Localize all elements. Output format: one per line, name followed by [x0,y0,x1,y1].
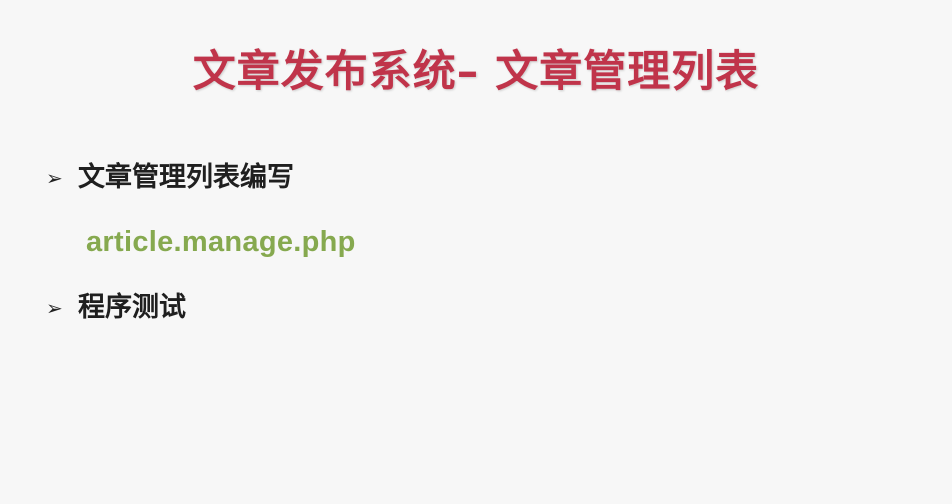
bullet-item-2: ➢ 程序测试 [46,288,186,328]
arrow-bullet-icon: ➢ [46,296,63,320]
filename-subitem: article.manage.php [86,226,356,258]
bullet-item-1-text: 文章管理列表编写 [78,162,294,193]
slide-title: 文章发布系统– 文章管理列表 [192,47,760,97]
slide: 文章发布系统– 文章管理列表 ➢ 文章管理列表编写 article.manage… [0,0,952,504]
arrow-bullet-icon: ➢ [46,166,63,190]
bullet-item-1: ➢ 文章管理列表编写 [46,158,294,198]
bullet-item-2-text: 程序测试 [78,292,186,323]
